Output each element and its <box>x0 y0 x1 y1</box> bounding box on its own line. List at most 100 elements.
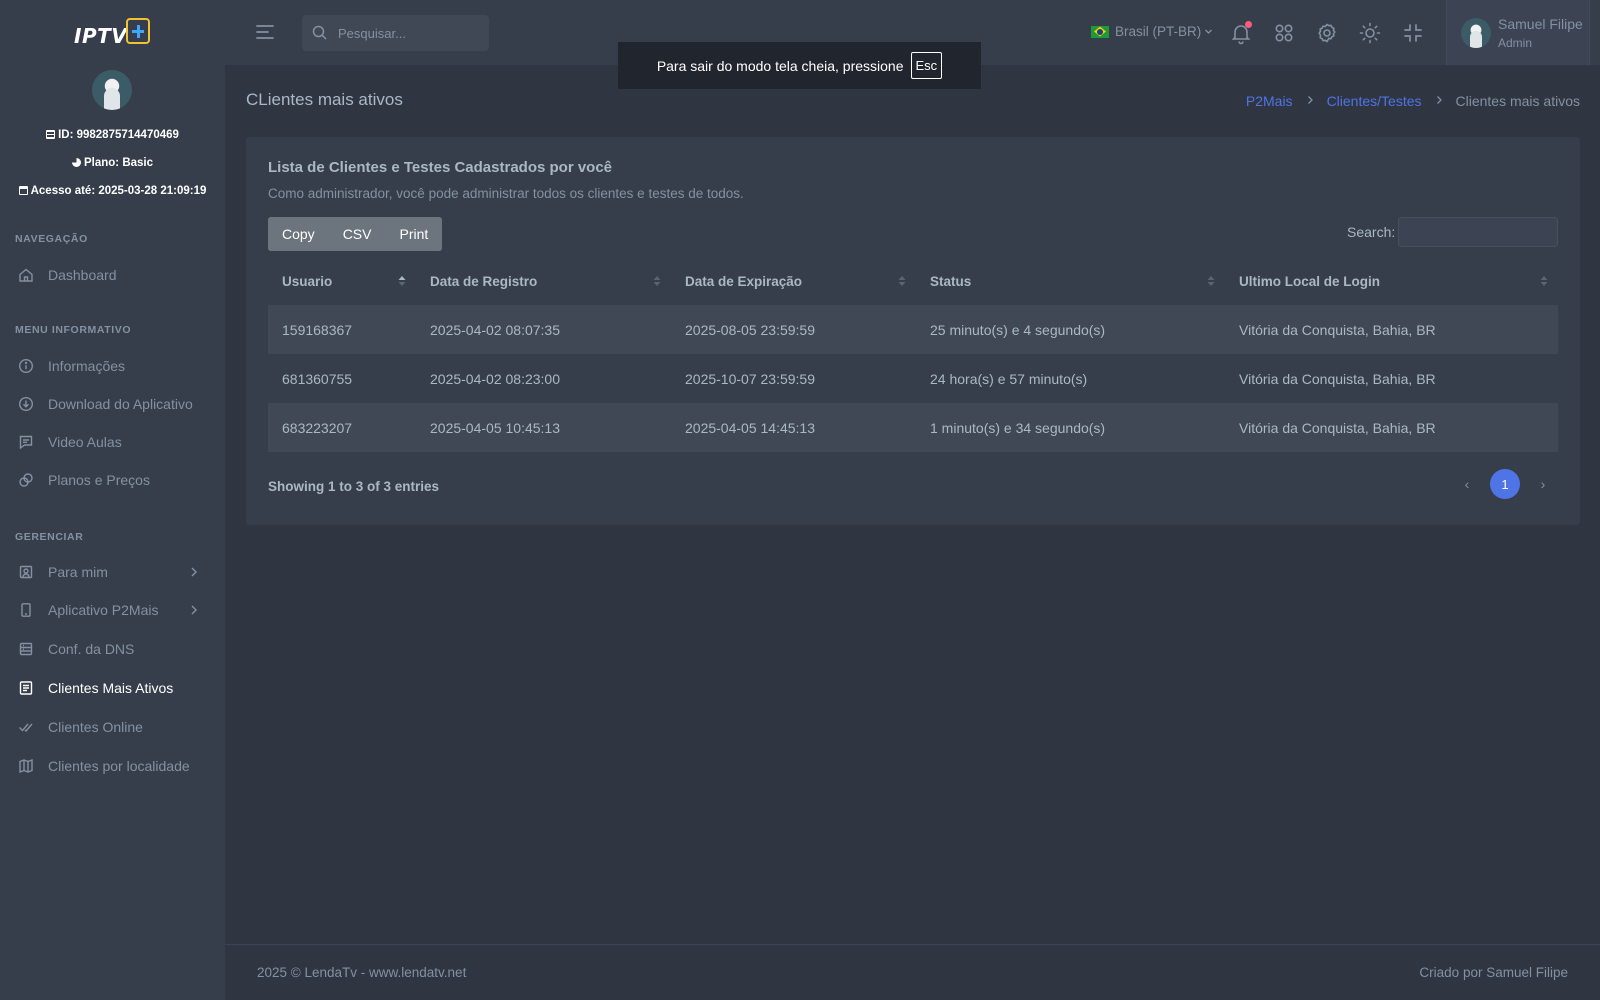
apps-icon[interactable] <box>1272 21 1296 45</box>
csv-button[interactable]: CSV <box>328 217 386 251</box>
breadcrumb-link-clientes-testes[interactable]: Clientes/Testes <box>1327 93 1422 109</box>
minimize-icon[interactable] <box>1401 21 1425 45</box>
user-menu[interactable]: Samuel Filipe Admin <box>1446 0 1590 65</box>
chevron-right-icon <box>187 603 201 617</box>
section-navegacao: NAVEGAÇÃO <box>15 233 88 245</box>
chevron-down-icon <box>1205 29 1213 34</box>
sidebar-item-video-aulas[interactable]: Video Aulas <box>0 424 225 460</box>
download-icon <box>18 396 34 412</box>
server-icon <box>18 641 34 657</box>
home-icon <box>18 267 34 283</box>
language-selector[interactable]: Brasil (PT-BR) <box>1091 24 1213 39</box>
card-title: Lista de Clientes e Testes Cadastrados p… <box>268 159 613 176</box>
logo-plus-icon <box>126 18 150 44</box>
copy-button[interactable]: Copy <box>268 217 329 251</box>
column-header-data-registro[interactable]: Data de Registro <box>416 257 671 305</box>
sidebar-item-label: Clientes por localidade <box>48 758 190 774</box>
sidebar-item-informacoes[interactable]: Informações <box>0 348 225 384</box>
print-button[interactable]: Print <box>385 217 443 251</box>
cell-ultimo-local: Vitória da Conquista, Bahia, BR <box>1225 305 1558 354</box>
sort-icon <box>1540 276 1548 286</box>
info-icon <box>18 358 34 374</box>
sidebar-item-para-mim[interactable]: Para mim <box>0 554 225 590</box>
sidebar-item-label: Aplicativo P2Mais <box>48 602 159 618</box>
phone-icon <box>18 602 34 618</box>
user-square-icon <box>18 564 34 580</box>
gear-icon[interactable] <box>1315 21 1339 45</box>
table-info: Showing 1 to 3 of 3 entries <box>268 479 440 494</box>
sidebar-avatar <box>92 70 132 110</box>
table-search-input[interactable] <box>1398 217 1558 247</box>
breadcrumb-current: Clientes mais ativos <box>1455 93 1581 109</box>
cell-status: 25 minuto(s) e 4 segundo(s) <box>916 305 1225 354</box>
cell-data-registro: 2025-04-02 08:07:35 <box>416 305 671 354</box>
sidebar-item-label: Planos e Preços <box>48 472 150 488</box>
top-search <box>302 15 489 51</box>
sidebar-item-label: Dashboard <box>48 267 117 283</box>
pagination-next[interactable]: › <box>1528 469 1558 499</box>
chevron-right-icon <box>187 565 201 579</box>
export-buttons: Copy CSV Print <box>268 217 443 251</box>
sidebar-item-label: Para mim <box>48 564 108 580</box>
cell-status: 1 minuto(s) e 34 segundo(s) <box>916 403 1225 452</box>
section-menu-informativo: MENU INFORMATIVO <box>15 324 132 336</box>
sidebar-item-clientes-localidade[interactable]: Clientes por localidade <box>0 748 225 784</box>
sidebar-item-conf-dns[interactable]: Conf. da DNS <box>0 631 225 667</box>
column-header-label: Data de Expiração <box>685 273 803 289</box>
user-id-line: ID: 9982875714470469 <box>0 129 225 141</box>
menu-icon[interactable] <box>255 23 275 41</box>
message-icon <box>18 434 34 450</box>
sidebar-item-clientes-mais-ativos[interactable]: Clientes Mais Ativos <box>0 670 225 706</box>
cell-usuario: 683223207 <box>268 403 416 452</box>
sun-icon[interactable] <box>1358 21 1382 45</box>
table-row: 159168367 2025-04-02 08:07:35 2025-08-05… <box>268 305 1558 354</box>
cell-ultimo-local: Vitória da Conquista, Bahia, BR <box>1239 370 1436 387</box>
column-header-usuario[interactable]: Usuario <box>268 257 416 305</box>
search-icon <box>312 25 327 43</box>
sidebar-item-clientes-online[interactable]: Clientes Online <box>0 709 225 745</box>
check-double-icon <box>18 719 34 735</box>
language-label: Brasil (PT-BR) <box>1115 24 1202 39</box>
card-subtitle: Como administrador, você pode administra… <box>268 186 744 201</box>
column-header-ultimo-local[interactable]: Ultimo Local de Login <box>1225 257 1558 305</box>
user-name: Samuel Filipe <box>1498 16 1583 32</box>
sidebar-item-dashboard[interactable]: Dashboard <box>0 257 225 293</box>
sidebar-item-download[interactable]: Download do Aplicativo <box>0 386 225 422</box>
sidebar-item-aplicativo-p2mais[interactable]: Aplicativo P2Mais <box>0 592 225 628</box>
cell-data-expiracao: 2025-10-07 23:59:59 <box>685 370 815 387</box>
sidebar-item-label: Conf. da DNS <box>48 641 135 657</box>
sidebar-item-label: Informações <box>48 358 126 374</box>
sort-icon <box>653 276 661 286</box>
section-gerenciar: GERENCIAR <box>15 531 84 543</box>
search-input[interactable] <box>338 15 483 51</box>
sort-icon <box>898 276 906 286</box>
cell-status: 24 hora(s) e 57 minuto(s) <box>930 370 1088 387</box>
user-id-text: ID: 9982875714470469 <box>58 129 179 141</box>
breadcrumb: P2Mais Clientes/Testes Clientes mais ati… <box>1246 93 1580 109</box>
user-role: Admin <box>1498 36 1533 50</box>
sidebar-item-label: Clientes Online <box>48 719 143 735</box>
cell-usuario: 159168367 <box>268 305 416 354</box>
chevron-right-icon <box>1305 94 1315 108</box>
column-header-data-expiracao[interactable]: Data de Expiração <box>671 257 916 305</box>
footer-credit: Criado por Samuel Filipe <box>1419 965 1568 980</box>
pagination: ‹ 1 › <box>1444 469 1558 499</box>
sidebar-item-planos[interactable]: Planos e Preços <box>0 462 225 498</box>
column-header-label: Data de Registro <box>430 273 538 289</box>
cell-data-expiracao: 2025-08-05 23:59:59 <box>671 305 916 354</box>
breadcrumb-link-p2mais[interactable]: P2Mais <box>1246 93 1293 109</box>
page-title: CLientes mais ativos <box>246 90 403 109</box>
calendar-icon <box>18 186 28 195</box>
plan-line: Plano: Basic <box>0 157 225 169</box>
iptv-logo[interactable]: IPTV <box>74 18 150 48</box>
cell-usuario: 681360755 <box>282 370 353 387</box>
pagination-page-1[interactable]: 1 <box>1490 469 1520 499</box>
plan-text: Plano: Basic <box>83 157 154 169</box>
toast-message: Para sair do modo tela cheia, pressione <box>656 57 904 74</box>
table-row: 681360755 2025-04-02 08:23:00 2025-10-07… <box>268 354 1558 403</box>
column-header-label: Status <box>930 273 972 289</box>
column-header-status[interactable]: Status <box>916 257 1225 305</box>
plan-icon <box>71 158 81 167</box>
pagination-prev[interactable]: ‹ <box>1452 469 1482 499</box>
bell-icon[interactable] <box>1229 21 1253 45</box>
